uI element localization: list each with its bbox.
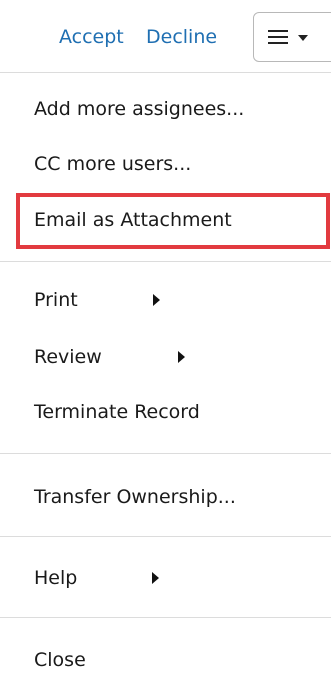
accept-link[interactable]: Accept <box>59 24 124 50</box>
action-toolbar: Accept Decline <box>0 0 331 72</box>
highlight-box <box>16 193 330 249</box>
menu-item-label: Review <box>34 346 102 368</box>
menu-item-label: CC more users... <box>34 153 192 175</box>
menu-item-terminate-record[interactable]: Terminate Record <box>0 391 331 431</box>
menu-item-label: Print <box>34 289 78 311</box>
decline-link[interactable]: Decline <box>146 24 217 50</box>
menu-divider <box>0 72 331 73</box>
menu-item-transfer-ownership[interactable]: Transfer Ownership... <box>0 476 331 516</box>
menu-divider <box>0 617 331 618</box>
chevron-down-icon <box>298 35 308 41</box>
menu-divider <box>0 453 331 454</box>
menu-item-close[interactable]: Close <box>0 639 331 679</box>
menu-divider <box>0 261 331 262</box>
menu-item-label: Close <box>34 649 86 671</box>
menu-divider <box>0 536 331 537</box>
menu-item-review[interactable]: Review <box>0 336 331 376</box>
menu-item-help[interactable]: Help <box>0 557 331 597</box>
actions-menu-button[interactable] <box>253 12 331 62</box>
menu-item-label: Transfer Ownership... <box>34 486 236 508</box>
submenu-arrow-icon <box>178 351 185 363</box>
submenu-arrow-icon <box>153 294 160 306</box>
menu-item-print[interactable]: Print <box>0 279 331 319</box>
hamburger-menu-icon <box>268 30 288 44</box>
menu-item-label: Add more assignees... <box>34 98 245 120</box>
menu-item-add-more-assignees[interactable]: Add more assignees... <box>0 88 331 128</box>
menu-item-label: Terminate Record <box>34 401 200 423</box>
menu-item-cc-more-users[interactable]: CC more users... <box>0 143 331 183</box>
menu-item-label: Help <box>34 567 78 589</box>
submenu-arrow-icon <box>152 572 159 584</box>
